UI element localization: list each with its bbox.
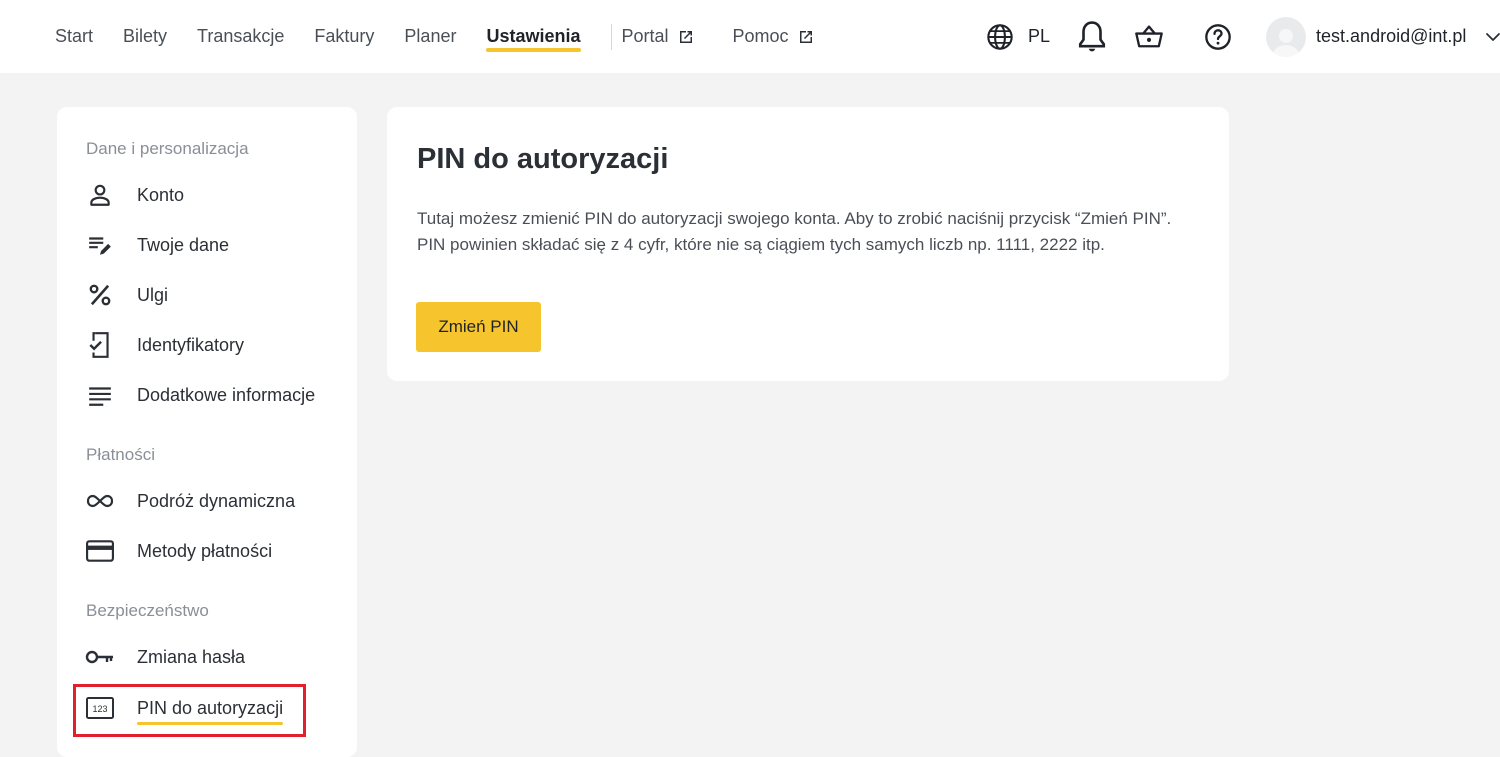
nav-pomoc-label: Pomoc xyxy=(732,26,789,46)
help-button[interactable] xyxy=(1204,23,1232,51)
infinity-icon xyxy=(85,486,115,516)
chevron-down-icon xyxy=(1486,32,1500,41)
sidebar-item-podroz-dynamiczna[interactable]: Podróż dynamiczna xyxy=(85,483,295,519)
sidebar-item-identyfikatory[interactable]: Identyfikatory xyxy=(85,327,244,363)
change-pin-button[interactable]: Zmień PIN xyxy=(416,302,541,352)
sidebar-item-metody-platnosci[interactable]: Metody płatności xyxy=(85,533,272,569)
nav-portal-label: Portal xyxy=(621,26,669,46)
sidebar-item-konto[interactable]: Konto xyxy=(85,177,184,213)
bell-icon xyxy=(1078,20,1106,51)
sidebar-item-ulgi[interactable]: Ulgi xyxy=(85,277,168,313)
sidebar-item-label: Metody płatności xyxy=(137,540,273,561)
language-selector[interactable]: PL xyxy=(986,23,1076,51)
avatar xyxy=(1266,16,1307,57)
sidebar-item-label: Twoje dane xyxy=(137,234,230,255)
top-navigation-bar: Start Bilety Transakcje Faktury Planer U… xyxy=(0,0,1500,73)
section-title-payments: Płatności xyxy=(86,445,155,464)
person-icon xyxy=(85,180,115,210)
settings-sidebar: Dane i personalizacja Konto Twoje dane U… xyxy=(57,107,357,757)
language-label: PL xyxy=(1028,26,1051,46)
pin-settings-card: PIN do autoryzacji Tutaj możesz zmienić … xyxy=(387,107,1229,381)
user-email: test.android@int.pl xyxy=(1316,26,1467,46)
sidebar-item-zmiana-hasla[interactable]: Zmiana hasła xyxy=(85,639,245,675)
nav-start[interactable]: Start xyxy=(55,0,93,73)
nav-bilety[interactable]: Bilety xyxy=(123,0,167,73)
user-menu[interactable]: test.android@int.pl xyxy=(1232,16,1500,57)
notifications-button[interactable] xyxy=(1076,20,1108,54)
nav-ustawienia[interactable]: Ustawienia xyxy=(486,0,581,73)
page-title: PIN do autoryzacji xyxy=(417,143,669,175)
basket-icon xyxy=(1135,24,1163,47)
phone-check-icon xyxy=(85,330,115,360)
user-silhouette-icon xyxy=(1272,28,1301,57)
sidebar-item-label: Dodatkowe informacje xyxy=(137,384,316,405)
sidebar-item-label: Konto xyxy=(137,184,185,205)
sidebar-item-label: Ulgi xyxy=(137,284,169,305)
external-link-icon xyxy=(799,30,812,43)
notes-icon xyxy=(85,380,115,410)
key-icon xyxy=(85,642,115,672)
nav-pomoc[interactable]: Pomoc xyxy=(733,0,815,73)
sidebar-item-label: Identyfikatory xyxy=(137,334,245,355)
percent-icon xyxy=(85,280,115,310)
nav-faktury[interactable]: Faktury xyxy=(314,0,374,73)
sidebar-item-dodatkowe-informacje[interactable]: Dodatkowe informacje xyxy=(85,377,315,413)
pin-123-icon: 123 xyxy=(85,693,115,723)
nav-divider xyxy=(610,23,612,50)
help-icon xyxy=(1205,23,1231,50)
nav-planer[interactable]: Planer xyxy=(404,0,456,73)
sidebar-item-label: Podróż dynamiczna xyxy=(137,490,296,511)
sidebar-item-twoje-dane[interactable]: Twoje dane xyxy=(85,227,229,263)
sidebar-item-pin-do-autoryzacji[interactable]: 123 PIN do autoryzacji xyxy=(85,690,284,726)
credit-card-icon xyxy=(85,536,115,566)
main-nav: Start Bilety Transakcje Faktury Planer U… xyxy=(55,0,853,73)
globe-icon xyxy=(987,23,1013,50)
section-title-personalization: Dane i personalizacja xyxy=(86,139,249,158)
header-tools: PL test.android@int.pl xyxy=(986,0,1500,73)
basket-button[interactable] xyxy=(1134,23,1164,51)
pin-description: Tutaj możesz zmienić PIN do autoryzacji … xyxy=(417,209,1172,254)
external-link-icon xyxy=(679,30,692,43)
sidebar-item-label: Zmiana hasła xyxy=(137,646,246,667)
sidebar-item-label: PIN do autoryzacji xyxy=(137,697,284,725)
nav-portal[interactable]: Portal xyxy=(622,0,695,73)
section-title-security: Bezpieczeństwo xyxy=(86,601,209,620)
nav-transakcje[interactable]: Transakcje xyxy=(197,0,284,73)
edit-list-icon xyxy=(85,230,115,260)
svg-text:123: 123 xyxy=(92,704,107,714)
